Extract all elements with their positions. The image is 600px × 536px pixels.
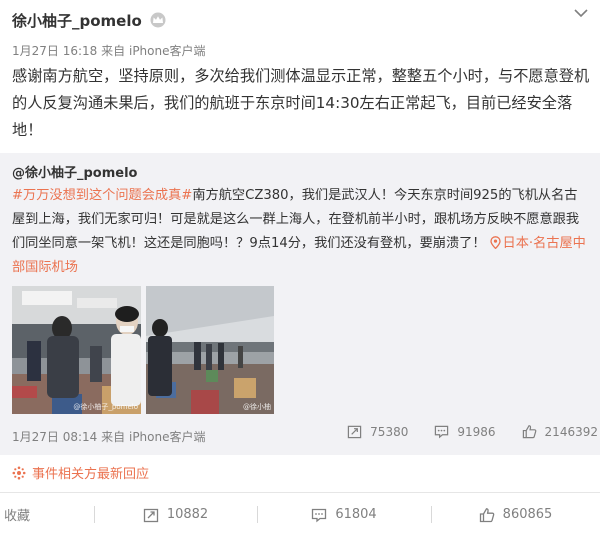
quoted-photo-2[interactable]: @徐小柚 <box>146 286 274 414</box>
thumbs-up-icon <box>479 507 495 522</box>
post-text: 感谢南方航空，坚持原则，多次给我们测体温显示正常，整整五个小时，与不愿意登机的人… <box>12 67 590 139</box>
post-source-app: iPhone客户端 <box>128 44 206 58</box>
comment-button[interactable]: 61804 <box>257 493 431 536</box>
thumbs-up-icon <box>522 425 536 439</box>
event-response-label: 事件相关方最新回应 <box>32 467 150 482</box>
quoted-like-count: 2146392 <box>544 424 598 439</box>
quoted-stats: 75380 91986 2146392 <box>321 424 598 439</box>
repost-count: 10882 <box>166 507 209 522</box>
action-separator <box>257 506 258 523</box>
quoted-repost-button[interactable]: 75380 <box>347 424 408 439</box>
action-separator <box>431 506 432 523</box>
favorite-button[interactable]: 收藏 <box>0 493 94 536</box>
quoted-source-prefix: 来自 <box>101 430 126 444</box>
favorite-label: 收藏 <box>4 509 31 524</box>
photo-watermark: @徐小柚 <box>243 403 271 411</box>
chevron-down-icon[interactable] <box>572 6 590 20</box>
like-count: 860865 <box>502 507 553 522</box>
hashtag-link[interactable]: #万万没想到这个问题会成真# <box>12 188 192 203</box>
location-pin-icon <box>489 236 501 249</box>
repost-icon <box>143 508 158 522</box>
quoted-post: @徐小柚子_pomelo #万万没想到这个问题会成真#南方航空CZ380，我们是… <box>0 153 600 455</box>
photo-watermark: @徐小柚子_pomelo <box>73 403 138 411</box>
comment-count: 61804 <box>335 507 377 522</box>
action-separator <box>94 506 95 523</box>
event-response-link[interactable]: 事件相关方最新回应 <box>12 463 149 482</box>
quoted-photo-1[interactable]: @徐小柚子_pomelo <box>12 286 141 414</box>
event-icon <box>12 466 26 479</box>
repost-icon <box>347 425 362 439</box>
quoted-like-button[interactable]: 2146392 <box>522 424 598 439</box>
username-link[interactable]: 徐小柚子_pomelo <box>12 10 142 31</box>
post-meta: 1月27日 16:18 来自 iPhone客户端 <box>12 42 206 59</box>
post-timestamp[interactable]: 1月27日 16:18 <box>12 44 97 58</box>
quoted-timestamp[interactable]: 1月27日 08:14 <box>12 430 97 444</box>
comment-icon <box>312 508 327 522</box>
repost-button[interactable]: 10882 <box>94 493 257 536</box>
quoted-comment-count: 91986 <box>457 424 496 439</box>
like-button[interactable]: 860865 <box>431 493 600 536</box>
quoted-author-link[interactable]: @徐小柚子_pomelo <box>12 162 138 181</box>
quoted-text-block: #万万没想到这个问题会成真#南方航空CZ380，我们是武汉人！今天东京时间925… <box>12 184 590 280</box>
post-source-prefix: 来自 <box>101 44 126 58</box>
quoted-meta: 1月27日 08:14 来自 iPhone客户端 <box>12 428 206 445</box>
crown-icon[interactable] <box>149 12 167 28</box>
quoted-source-app: iPhone客户端 <box>128 430 206 444</box>
post-header: 徐小柚子_pomelo <box>12 8 167 32</box>
action-bar: 收藏 10882 61804 860865 <box>0 493 600 536</box>
quoted-comment-button[interactable]: 91986 <box>434 424 496 439</box>
comment-icon <box>435 425 449 439</box>
quoted-repost-count: 75380 <box>370 424 409 439</box>
